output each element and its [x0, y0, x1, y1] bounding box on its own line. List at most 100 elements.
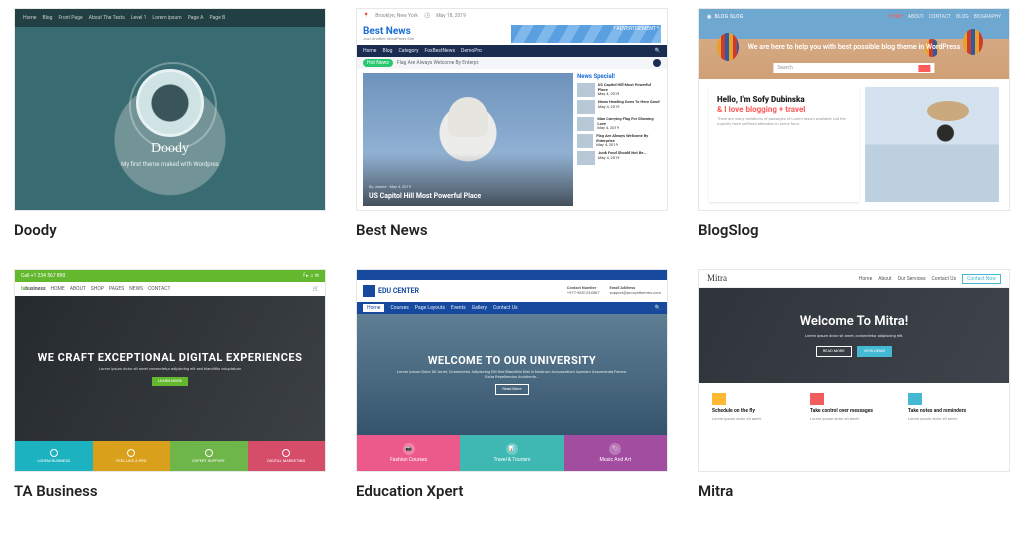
tile: EXPERT SUPPORT	[170, 441, 248, 471]
hero-title: Welcome To Mitra!	[800, 314, 909, 330]
nav-item: Home	[859, 276, 872, 282]
theme-title[interactable]: Doody	[14, 221, 326, 239]
nav-item: HOME	[889, 14, 903, 20]
social-icons: f ▸ ♫ ✉	[303, 273, 319, 279]
theme-title[interactable]: Education Xpert	[356, 482, 668, 500]
preview-hero: WELCOME TO OUR UNIVERSITY Lorem Ipsum Do…	[357, 314, 667, 435]
theme-card-educationxpert[interactable]: EDU CENTER Contact Number+977-9851234567…	[356, 269, 668, 500]
hero-title: WE CRAFT EXCEPTIONAL DIGITAL EXPERIENCES	[38, 351, 303, 364]
feature: Take notes and reminders Lorem ipsum dolo…	[908, 393, 996, 471]
feature-text: Lorem ipsum dolor sit amet.	[810, 417, 898, 422]
tile-icon	[50, 449, 58, 457]
hero-buttons: READ MORE VIEW DEMO	[816, 346, 893, 357]
feature-title: Take notes and reminders	[908, 408, 996, 414]
theme-card-mitra[interactable]: Mitra Home About Our Services Contact Us…	[698, 269, 1010, 500]
theme-card-doody[interactable]: Home Blog Front Page About The Tests Lev…	[14, 8, 326, 239]
item-title: Man Carrying Flag For Showing Love	[597, 116, 653, 126]
tile-label: LOREM BUSINESS	[38, 459, 70, 464]
preview-nav: Home Courses Page Layouts Events Gallery…	[357, 302, 667, 314]
theme-thumbnail[interactable]: Mitra Home About Our Services Contact Us…	[698, 269, 1010, 472]
theme-thumbnail[interactable]: Call +1 234 567 890 f ▸ ♫ ✉ tabusiness H…	[14, 269, 326, 472]
thumb-icon	[577, 100, 595, 114]
theme-thumbnail[interactable]: ◉ BLOG SLOG HOME ABOUT CONTACT BLOG BIOG…	[698, 8, 1010, 211]
hero-subtitle: My first theme maked with Wordpres	[121, 161, 219, 168]
item-title: US Capitol Hill Most Powerful Place	[598, 82, 651, 92]
theme-thumbnail[interactable]: Home Blog Front Page About The Tests Lev…	[14, 8, 326, 211]
contact-block: Contact Number+977-9851234567 Email Addr…	[567, 286, 661, 296]
tile-label: Music And Art	[600, 457, 632, 463]
hero-btn-demo: VIEW DEMO	[857, 346, 893, 357]
nav-item: About The Tests	[89, 15, 125, 21]
tile-icon	[282, 449, 290, 457]
camera-icon: 📷	[403, 443, 415, 455]
feature-title: US Capitol Hill Most Powerful Place	[369, 192, 567, 200]
ticker-label: Hot News	[363, 59, 393, 67]
tile-icon	[127, 449, 135, 457]
hero-title: WELCOME TO OUR UNIVERSITY	[428, 354, 596, 367]
tile: 📷Fashion Courses	[357, 435, 460, 471]
preview-hero: Welcome To Mitra! Lorem ipsum dolor sit …	[699, 288, 1009, 383]
search-placeholder: Search	[777, 65, 792, 71]
item-title: Flag Are Always Welcome By Enterprise	[596, 133, 648, 143]
preview-lower: Hello, I'm Sofy Dubinska & I love bloggi…	[699, 79, 1009, 210]
topbar-date: May 18, 2019	[436, 13, 466, 19]
theme-thumbnail[interactable]: EDU CENTER Contact Number+977-9851234567…	[356, 269, 668, 472]
envelope-icon	[810, 393, 824, 405]
thumb-icon	[577, 117, 594, 131]
theme-card-tabusiness[interactable]: Call +1 234 567 890 f ▸ ♫ ✉ tabusiness H…	[14, 269, 326, 500]
feature-meta: By James · May 4, 2019	[369, 185, 567, 190]
calendar-icon	[712, 393, 726, 405]
nav-item: Our Services	[898, 276, 926, 282]
nav-item: About	[878, 276, 891, 282]
chart-icon: 📊	[506, 443, 518, 455]
contact-value: support@prosysthemes.com	[609, 290, 661, 295]
ad-banner: * ADVERTISEMENT *	[511, 25, 661, 43]
tile: FEEL LIKE A PRO	[93, 441, 171, 471]
sidebar-item: US Capitol Hill Most Powerful PlaceMay 4…	[577, 83, 661, 97]
theme-card-blogslog[interactable]: ◉ BLOG SLOG HOME ABOUT CONTACT BLOG BIOG…	[698, 8, 1010, 239]
theme-title[interactable]: Mitra	[698, 482, 1010, 500]
news-ticker: Hot News Flag Are Always Welcome By Ente…	[357, 57, 667, 69]
search-button-icon	[919, 65, 931, 72]
item-date: May 4, 2019	[596, 142, 618, 147]
feature-text: Lorem ipsum dolor sit amet.	[908, 417, 996, 422]
nav-item: Events	[451, 305, 466, 311]
nav-item: Courses	[390, 305, 408, 311]
nav-item: ABOUT	[70, 286, 86, 292]
nav-item: HOME	[51, 286, 65, 292]
feature-tiles: LOREM BUSINESS FEEL LIKE A PRO EXPERT SU…	[15, 441, 325, 471]
preview-nav: Mitra Home About Our Services Contact Us…	[699, 270, 1009, 288]
topbar-location: Brooklyn, New York	[375, 13, 418, 19]
brand-text: EDU CENTER	[378, 287, 419, 295]
thumb-icon	[577, 83, 595, 97]
nav-item: Gallery	[472, 305, 487, 311]
theme-card-bestnews[interactable]: 📍 Brooklyn, New York 🕒 May 18, 2019 Best…	[356, 8, 668, 239]
preview-topbar: ◉ BLOG SLOG HOME ABOUT CONTACT BLOG BIOG…	[699, 9, 1009, 25]
sidebar-item: Man Carrying Flag For Showing LoveMay 4,…	[577, 117, 661, 131]
nav-item: Front Page	[58, 15, 82, 21]
preview-nav: Home Blog Category FoxBestNews DemoPro 🔍	[357, 45, 667, 57]
hero-text: We are here to help you with best possib…	[730, 43, 978, 51]
tile-label: Travel & Tourism	[493, 457, 530, 463]
nav-item: Page A	[188, 15, 204, 21]
theme-thumbnail[interactable]: 📍 Brooklyn, New York 🕒 May 18, 2019 Best…	[356, 8, 668, 211]
brand-logo: Mitra	[707, 273, 727, 284]
theme-title[interactable]: Best News	[356, 221, 668, 239]
intro-text: There are many variations of passages of…	[717, 117, 851, 127]
item-date: May 4, 2019	[597, 125, 619, 130]
theme-title[interactable]: BlogSlog	[698, 221, 1010, 239]
nav-item: Home	[363, 48, 376, 54]
item-date: May 4, 2019	[598, 91, 620, 96]
theme-title[interactable]: TA Business	[14, 482, 326, 500]
tile: LOREM BUSINESS	[15, 441, 93, 471]
nav-item: Page Layouts	[415, 305, 445, 311]
hero-cta: LEARN MORE	[152, 377, 188, 386]
intro-card: Hello, I'm Sofy Dubinska & I love bloggi…	[709, 87, 859, 202]
preview-hero: ◉ BLOG SLOG HOME ABOUT CONTACT BLOG BIOG…	[699, 9, 1009, 79]
nav-item: Contact Us	[493, 305, 518, 311]
intro-line2: & I love blogging + travel	[717, 105, 805, 114]
nav-item: Contact Us	[932, 276, 957, 282]
nav-item: Category	[398, 48, 418, 54]
nav-item: Page B	[209, 15, 225, 21]
contact-value: +977-9851234567	[567, 290, 600, 295]
